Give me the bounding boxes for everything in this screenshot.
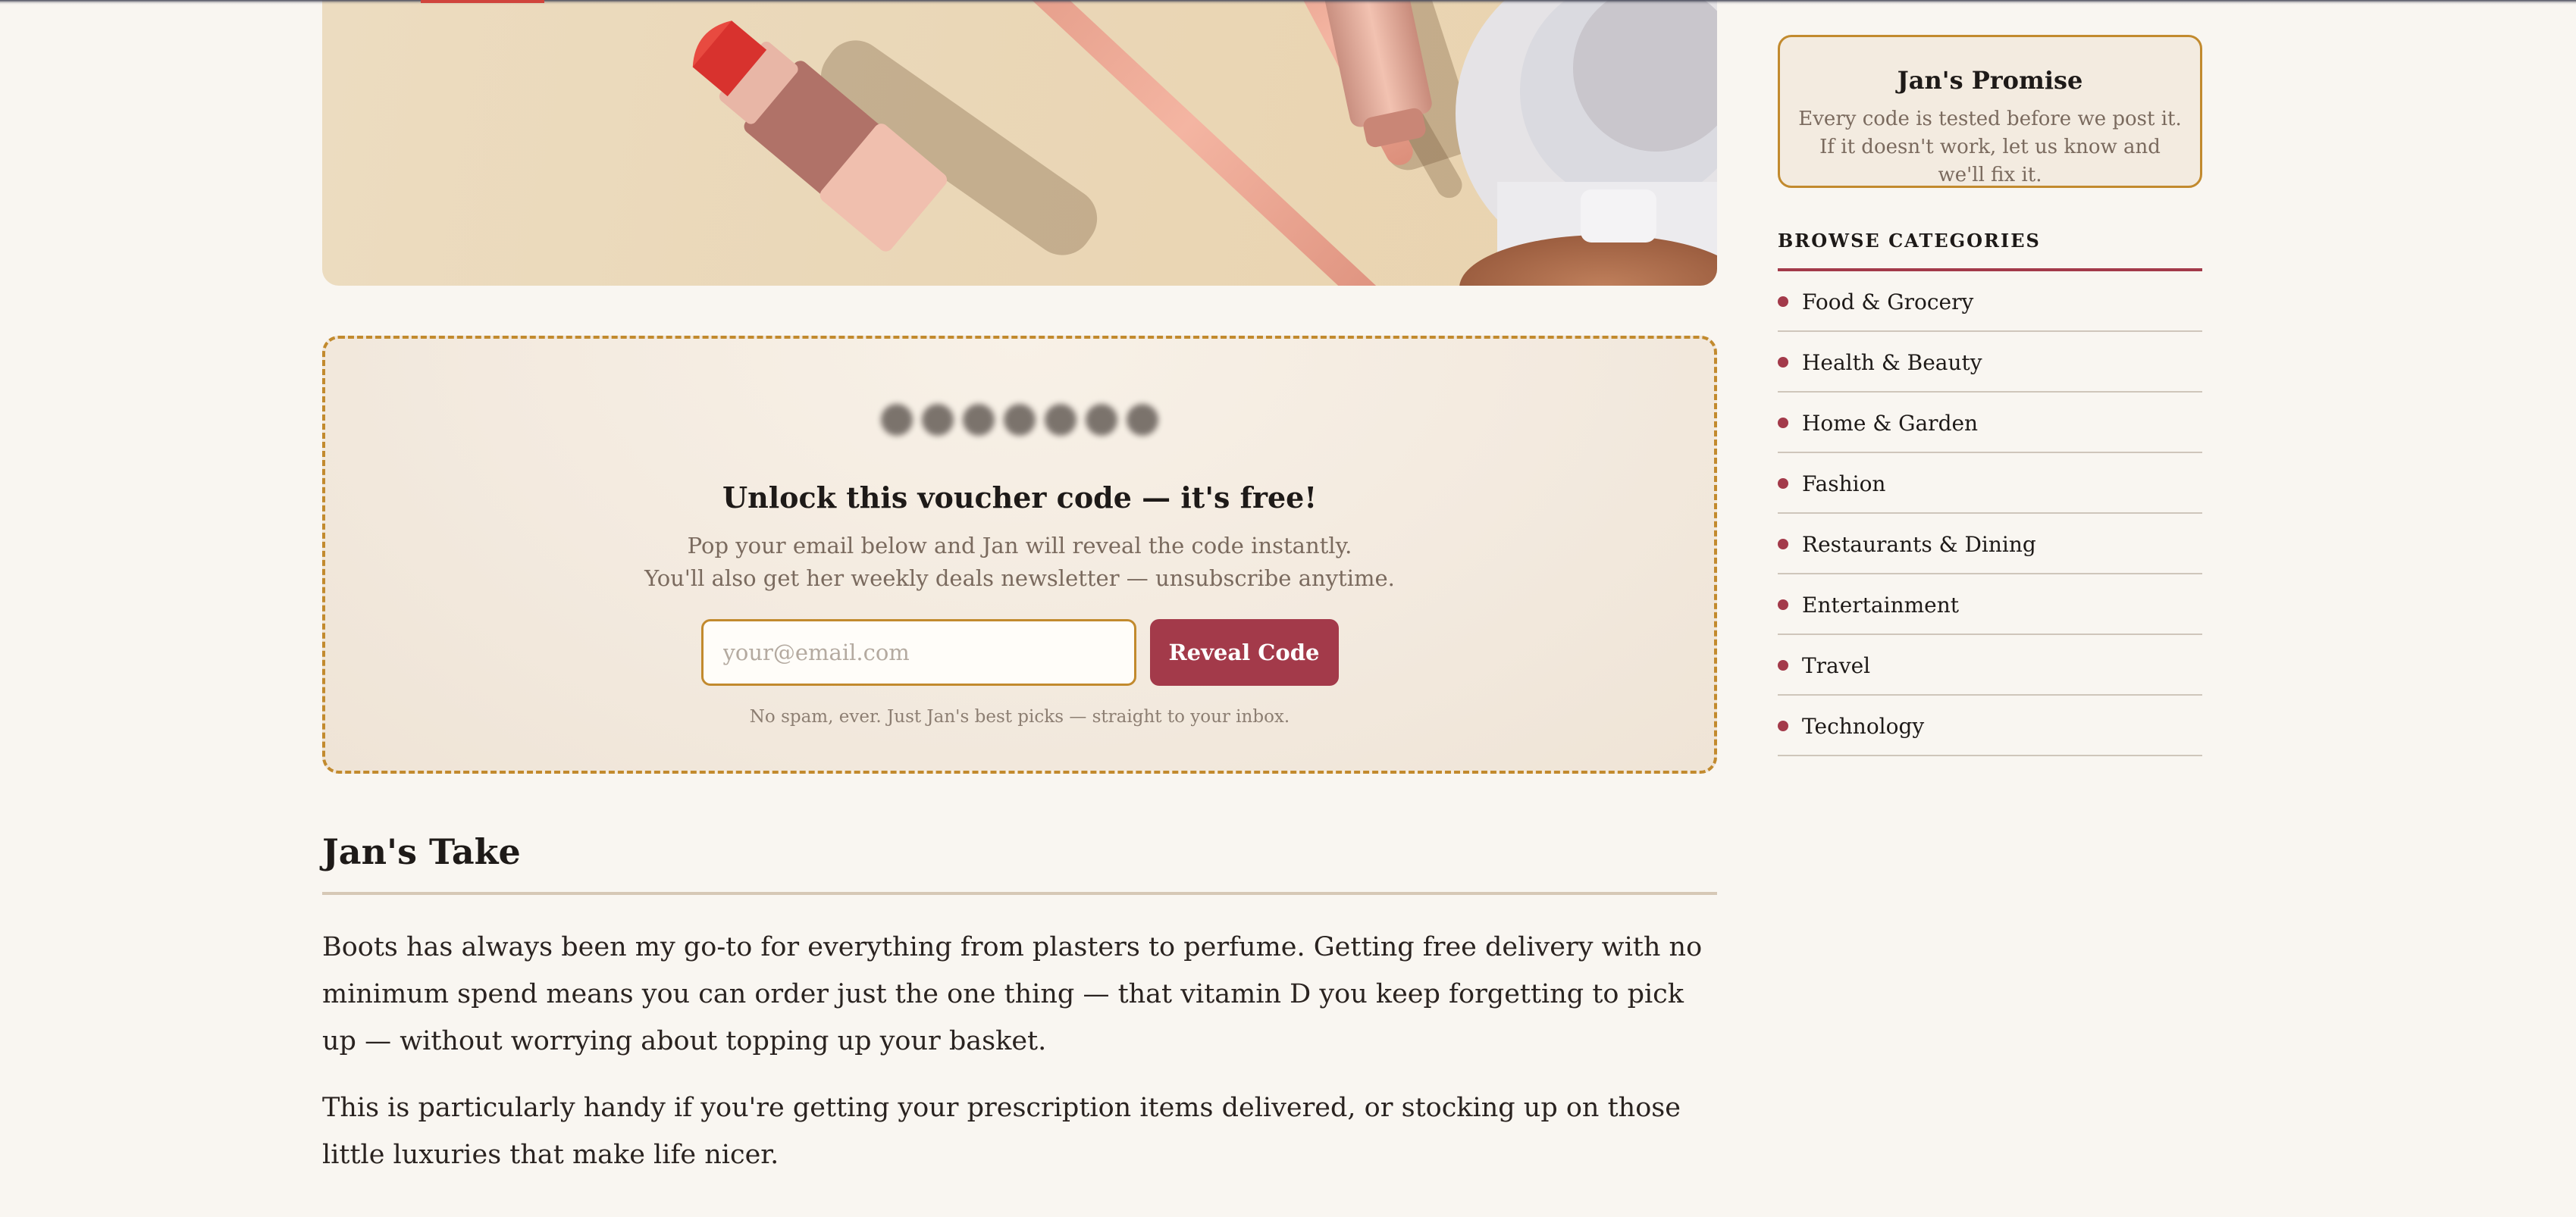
category-label: Home & Garden bbox=[1802, 410, 1979, 436]
promise-title: Jan's Promise bbox=[1897, 66, 2083, 95]
no-spam-note: No spam, ever. Just Jan's best picks — s… bbox=[749, 707, 1290, 727]
category-link-travel[interactable]: Travel bbox=[1778, 635, 2202, 696]
category-link-entertainment[interactable]: Entertainment bbox=[1778, 574, 2202, 635]
cosmetics-illustration bbox=[692, 0, 1717, 286]
promise-text: Every code is tested before we post it. … bbox=[1798, 108, 2182, 186]
bullet-icon bbox=[1778, 539, 1788, 549]
bullet-icon bbox=[1778, 599, 1788, 610]
email-input[interactable] bbox=[700, 619, 1136, 686]
bullet-icon bbox=[1778, 296, 1788, 307]
category-link-technology[interactable]: Technology bbox=[1778, 696, 2202, 756]
bullet-icon bbox=[1778, 660, 1788, 671]
body-paragraph: This is particularly handy if you're get… bbox=[322, 1093, 1681, 1171]
code-mask-dot bbox=[1004, 404, 1036, 436]
email-form: Reveal Code bbox=[325, 619, 1714, 686]
category-label: Technology bbox=[1802, 713, 1925, 739]
body-paragraph: Boots has always been my go-to for every… bbox=[322, 932, 1703, 1057]
code-mask-dot bbox=[922, 404, 954, 436]
bullet-icon bbox=[1778, 418, 1788, 428]
category-link-health-beauty[interactable]: Health & Beauty bbox=[1778, 332, 2202, 393]
category-label: Entertainment bbox=[1802, 592, 1960, 618]
sidebar: Jan's Promise Every code is tested befor… bbox=[1778, 35, 2202, 756]
code-mask-dot bbox=[881, 404, 913, 436]
category-link-home-garden[interactable]: Home & Garden bbox=[1778, 393, 2202, 453]
code-mask-dot bbox=[1127, 404, 1158, 436]
bullet-icon bbox=[1778, 478, 1788, 489]
voucher-subtitle-line: Pop your email below and Jan will reveal… bbox=[687, 533, 1352, 558]
promise-card: Jan's Promise Every code is tested befor… bbox=[1778, 35, 2202, 188]
active-nav-indicator bbox=[421, 0, 544, 3]
category-label: Health & Beauty bbox=[1802, 349, 1982, 375]
voucher-subtitle: Pop your email below and Jan will reveal… bbox=[325, 530, 1714, 595]
hidden-code bbox=[325, 404, 1714, 442]
code-mask-dot bbox=[1045, 404, 1076, 436]
hero-image bbox=[322, 0, 1717, 286]
reveal-code-button[interactable]: Reveal Code bbox=[1149, 619, 1339, 686]
category-label: Fashion bbox=[1802, 471, 1886, 496]
category-label: Restaurants & Dining bbox=[1802, 531, 2036, 557]
category-link-restaurants-dining[interactable]: Restaurants & Dining bbox=[1778, 514, 2202, 574]
voucher-unlock-box: Unlock this voucher code — it's free! Po… bbox=[322, 336, 1717, 774]
category-link-fashion[interactable]: Fashion bbox=[1778, 453, 2202, 514]
voucher-title: Unlock this voucher code — it's free! bbox=[722, 480, 1318, 515]
section-heading: Jan's Take bbox=[322, 831, 1717, 895]
bullet-icon bbox=[1778, 721, 1788, 731]
header-shadow bbox=[0, 0, 2576, 5]
main-content: Unlock this voucher code — it's free! Po… bbox=[322, 0, 1717, 1178]
category-label: Food & Grocery bbox=[1802, 289, 1974, 314]
voucher-subtitle-line: You'll also get her weekly deals newslet… bbox=[644, 565, 1395, 591]
code-mask-dot bbox=[963, 404, 995, 436]
bullet-icon bbox=[1778, 357, 1788, 368]
category-list: Food & Grocery Health & Beauty Home & Ga… bbox=[1778, 271, 2202, 756]
categories-heading: BROWSE CATEGORIES bbox=[1778, 230, 2202, 271]
code-mask-dot bbox=[1086, 404, 1117, 436]
category-label: Travel bbox=[1802, 652, 1871, 678]
category-link-food-grocery[interactable]: Food & Grocery bbox=[1778, 271, 2202, 332]
